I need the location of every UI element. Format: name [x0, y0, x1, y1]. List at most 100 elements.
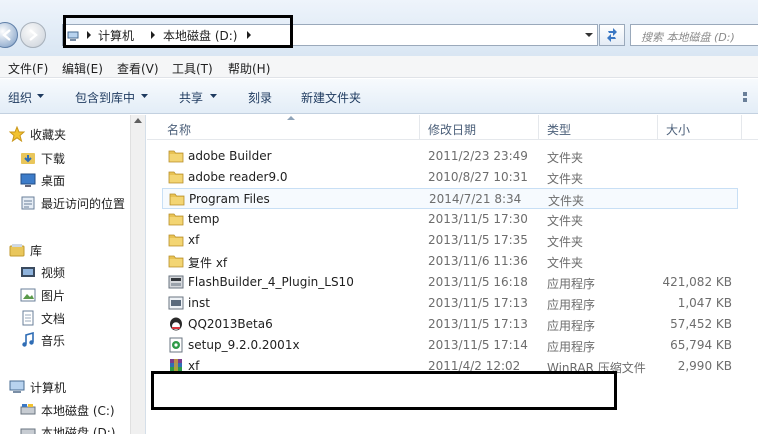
- file-row[interactable]: Program Files 2014/7/21 8:34 文件夹: [162, 188, 738, 209]
- organize-button[interactable]: 组织: [8, 89, 32, 106]
- nav-label: 库: [30, 244, 43, 258]
- recent-places-icon: [21, 196, 35, 210]
- downloads-folder-icon: [21, 153, 35, 164]
- file-type: 应用程序: [547, 277, 596, 291]
- file-row[interactable]: setup_9.2.0.2001x 2013/11/5 17:14 应用程序 65,7…: [162, 335, 738, 356]
- refresh-icon: [607, 28, 617, 42]
- file-name: xf: [188, 233, 200, 247]
- file-modified-date: 2013/11/5 17:14: [428, 338, 528, 352]
- music-icon: [22, 332, 34, 347]
- nav-label: 收藏夹: [30, 128, 67, 142]
- nav-label: 音乐: [41, 334, 66, 348]
- menu-bar: 文件(F) 编辑(E) 查看(V) 工具(T) 帮助(H): [0, 56, 758, 78]
- file-modified-date: 2010/8/27 10:31: [428, 170, 528, 184]
- file-row[interactable]: 复件 xf 2013/11/6 11:36 文件夹: [162, 251, 738, 272]
- column-divider[interactable]: [538, 115, 539, 140]
- scroll-up-icon[interactable]: [134, 117, 142, 123]
- file-type: 文件夹: [547, 256, 584, 270]
- setup-icon: [169, 337, 183, 353]
- file-modified-date: 2013/11/5 17:35: [428, 233, 528, 247]
- forward-button[interactable]: [20, 22, 46, 48]
- refresh-button[interactable]: [599, 24, 625, 46]
- file-name: QQ2013Beta6: [188, 317, 273, 331]
- file-modified-date: 2013/11/5 17:13: [428, 317, 528, 331]
- burn-button[interactable]: 刻录: [248, 89, 272, 106]
- column-headers: 名称 修改日期 类型 大小: [147, 115, 758, 140]
- menu-edit[interactable]: 编辑(E): [62, 60, 103, 77]
- nav-label: 计算机: [30, 381, 67, 395]
- file-size: 1,047 KB: [677, 296, 732, 310]
- nav-label: 图片: [41, 289, 66, 303]
- column-divider[interactable]: [657, 115, 658, 140]
- address-bar-area: 计算机 本地磁盘 (D:) 搜索 本地磁盘 (D:): [0, 0, 758, 56]
- column-divider[interactable]: [419, 115, 420, 140]
- column-modified[interactable]: 修改日期: [428, 121, 476, 138]
- file-row[interactable]: xf 2013/11/5 17:35 文件夹: [162, 230, 738, 251]
- file-size: 2,990 KB: [677, 359, 732, 373]
- file-row[interactable]: inst 2013/11/5 17:13 应用程序 1,047 KB: [162, 293, 738, 314]
- drive-icon: [20, 428, 36, 434]
- file-name: inst: [188, 296, 210, 310]
- file-type: 文件夹: [547, 151, 584, 165]
- column-type[interactable]: 类型: [547, 121, 571, 138]
- nav-label: 下载: [41, 152, 66, 166]
- arrow-right-icon: [29, 29, 38, 41]
- drive-icon: [20, 404, 36, 415]
- library-icon: [9, 244, 25, 257]
- file-row[interactable]: FlashBuilder_4_Plugin_LS10 2013/11/5 16:1…: [162, 272, 738, 293]
- arrow-left-icon: [2, 29, 11, 41]
- file-modified-date: 2013/11/6 11:36: [428, 254, 528, 268]
- menu-file[interactable]: 文件(F): [8, 60, 48, 77]
- file-name: adobe reader9.0: [188, 170, 288, 184]
- address-dropdown-icon[interactable]: [581, 25, 597, 45]
- file-row[interactable]: adobe Builder 2011/2/23 23:49 文件夹: [162, 146, 738, 167]
- include-in-library-button[interactable]: 包含到库中: [75, 89, 135, 106]
- folder-icon: [168, 171, 184, 184]
- file-size: 65,794 KB: [670, 338, 732, 352]
- folder-icon: [168, 255, 184, 268]
- file-type: 应用程序: [547, 298, 596, 312]
- computer-icon: [9, 380, 25, 393]
- new-folder-button[interactable]: 新建文件夹: [301, 89, 361, 106]
- nav-label: 文档: [41, 312, 66, 326]
- chevron-down-icon: [37, 94, 44, 98]
- file-size: 421,082 KB: [662, 275, 732, 289]
- star-icon: [9, 126, 25, 142]
- folder-icon: [168, 234, 184, 247]
- documents-icon: [22, 310, 34, 326]
- menu-tools[interactable]: 工具(T): [172, 60, 213, 77]
- navigation-pane: 收藏夹 下载 桌面 最近访问的位置 库 视频 图片 文档 音乐 计算机 本地磁盘…: [0, 115, 146, 434]
- nav-label: 最近访问的位置: [41, 197, 126, 211]
- nav-scrollbar[interactable]: [130, 115, 145, 434]
- qq-icon: [170, 317, 182, 331]
- file-size: 57,452 KB: [670, 317, 732, 331]
- file-name: Program Files: [189, 192, 270, 206]
- installer-icon: [168, 275, 184, 289]
- back-button[interactable]: [0, 22, 18, 48]
- nav-label: 本地磁盘 (D:): [41, 426, 116, 434]
- menu-help[interactable]: 帮助(H): [228, 60, 270, 77]
- nav-label: 本地磁盘 (C:): [41, 404, 115, 418]
- folder-icon: [168, 213, 184, 226]
- file-type: 文件夹: [547, 172, 584, 186]
- file-row[interactable]: adobe reader9.0 2010/8/27 10:31 文件夹: [162, 167, 738, 188]
- menu-view[interactable]: 查看(V): [117, 60, 159, 77]
- search-input[interactable]: 搜索 本地磁盘 (D:): [630, 24, 758, 46]
- folder-icon: [168, 150, 184, 163]
- annotation-box-new-folder: [151, 371, 617, 410]
- share-button[interactable]: 共享: [179, 89, 203, 106]
- column-divider[interactable]: [741, 115, 742, 140]
- column-size[interactable]: 大小: [666, 121, 690, 138]
- nav-label: 视频: [41, 266, 66, 280]
- file-name: FlashBuilder_4_Plugin_LS10: [188, 275, 354, 289]
- video-icon: [21, 267, 35, 277]
- file-name: temp: [188, 212, 220, 226]
- chevron-down-icon: [141, 94, 148, 98]
- annotation-box-address: [63, 15, 293, 48]
- column-name[interactable]: 名称: [167, 121, 191, 138]
- chevron-down-icon: [210, 94, 217, 98]
- file-name: adobe Builder: [188, 149, 272, 163]
- file-row[interactable]: QQ2013Beta6 2013/11/5 17:13 应用程序 57,452 KB: [162, 314, 738, 335]
- view-options-icon[interactable]: [742, 91, 754, 103]
- file-row[interactable]: temp 2013/11/5 17:30 文件夹: [162, 209, 738, 230]
